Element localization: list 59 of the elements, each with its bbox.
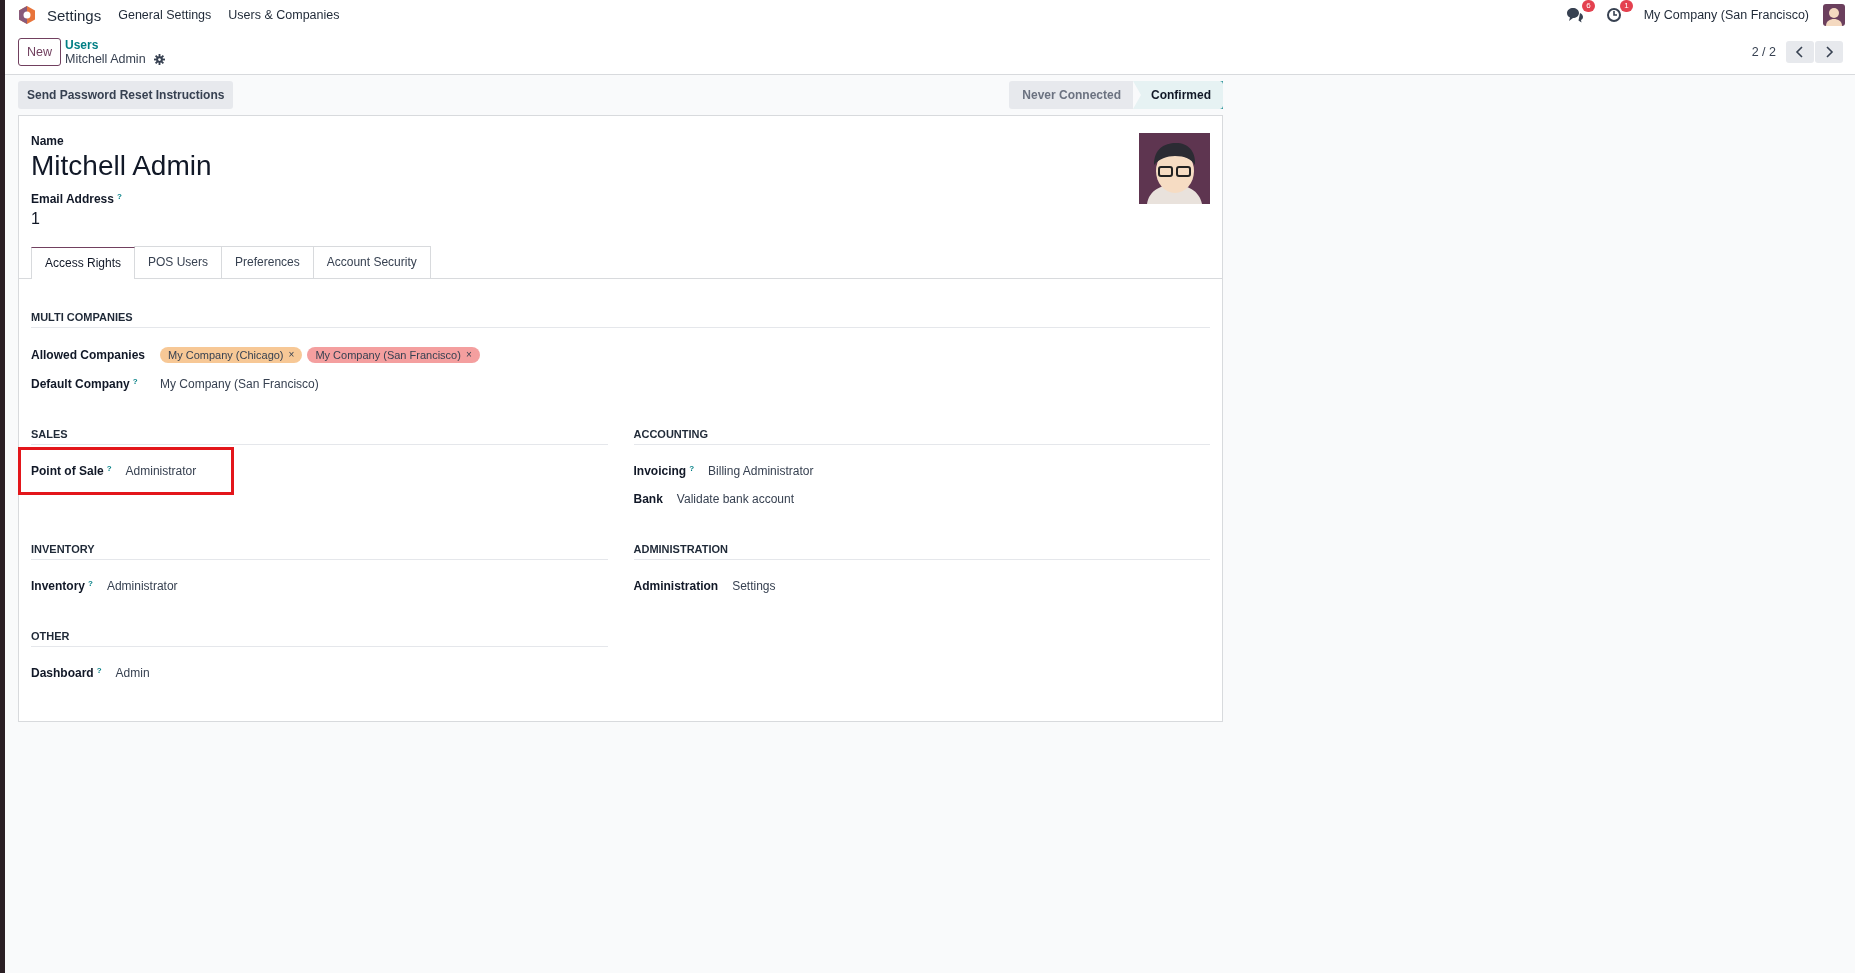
- section-heading: OTHER: [31, 630, 608, 647]
- remove-tag-button[interactable]: ×: [465, 349, 472, 361]
- field-label: Name: [31, 134, 65, 148]
- field-label: Email Address: [31, 192, 114, 206]
- notification-badge: 1: [1620, 0, 1633, 12]
- chevron-right-icon: [1824, 46, 1834, 58]
- user-avatar-icon[interactable]: [1823, 4, 1845, 26]
- help-tooltip[interactable]: ?: [116, 192, 122, 206]
- breadcrumb-link[interactable]: Users: [65, 38, 99, 52]
- chat-icon[interactable]: [1565, 7, 1584, 23]
- field-label: Point of Sale: [31, 464, 104, 478]
- new-button[interactable]: New: [18, 38, 61, 66]
- email-field[interactable]: 1: [31, 210, 212, 228]
- tag-label: My Company (Chicago): [168, 349, 284, 361]
- help-tooltip[interactable]: ?: [106, 464, 112, 478]
- status-step[interactable]: Never Connected: [1009, 81, 1133, 109]
- app-name[interactable]: Settings: [47, 6, 102, 24]
- help-tooltip[interactable]: ?: [132, 377, 138, 391]
- field-label: Dashboard: [31, 666, 94, 680]
- field-value[interactable]: Administrator: [106, 579, 178, 593]
- section-heading: INVENTORY: [31, 543, 608, 560]
- remove-tag-button[interactable]: ×: [288, 349, 295, 361]
- status-step[interactable]: Confirmed: [1133, 81, 1223, 109]
- app-logo-icon[interactable]: [17, 5, 37, 25]
- help-tooltip[interactable]: ?: [88, 579, 93, 593]
- field-label: Inventory: [31, 579, 85, 593]
- previous-button[interactable]: [1786, 41, 1814, 63]
- field-label: Administration: [633, 579, 719, 593]
- gear-icon[interactable]: [153, 53, 165, 65]
- field-label: Default Company: [31, 377, 130, 391]
- help-tooltip[interactable]: ?: [96, 666, 102, 680]
- field-value[interactable]: Validate bank account: [676, 492, 795, 506]
- field-label: Bank: [633, 492, 663, 506]
- notification-badge: 6: [1582, 0, 1595, 12]
- field-value[interactable]: My Company (San Francisco): [160, 377, 319, 391]
- action-button[interactable]: Send Password Reset Instructions: [18, 81, 234, 109]
- field-value[interactable]: Settings: [732, 579, 776, 593]
- section-heading: ADMINISTRATION: [633, 543, 1210, 560]
- tag-label: My Company (San Francisco): [315, 349, 461, 361]
- tab[interactable]: Account Security: [312, 246, 431, 278]
- field-label: Allowed Companies: [31, 348, 146, 362]
- clock-icon[interactable]: [1605, 7, 1622, 23]
- menu-item[interactable]: General Settings: [118, 8, 212, 22]
- next-button[interactable]: [1815, 41, 1843, 63]
- record-title: Mitchell Admin: [65, 52, 146, 66]
- name-field[interactable]: Mitchell Admin: [31, 150, 212, 182]
- section-heading: ACCOUNTING: [633, 428, 1210, 445]
- field-value[interactable]: Admin: [115, 666, 150, 680]
- section-heading: MULTI COMPANIES: [31, 311, 1210, 328]
- company-switcher[interactable]: My Company (San Francisco): [1643, 8, 1809, 22]
- field-value[interactable]: Billing Administrator: [708, 464, 814, 478]
- section-heading: SALES: [31, 428, 608, 445]
- field-value[interactable]: Administrator: [125, 464, 197, 478]
- chevron-left-icon: [1795, 46, 1805, 58]
- field-label: Invoicing: [633, 464, 687, 478]
- help-tooltip[interactable]: ?: [689, 464, 695, 478]
- tab[interactable]: Access Rights: [31, 247, 136, 279]
- pager-counter: 2 / 2: [1751, 45, 1776, 59]
- menu-item[interactable]: Users & Companies: [228, 8, 340, 22]
